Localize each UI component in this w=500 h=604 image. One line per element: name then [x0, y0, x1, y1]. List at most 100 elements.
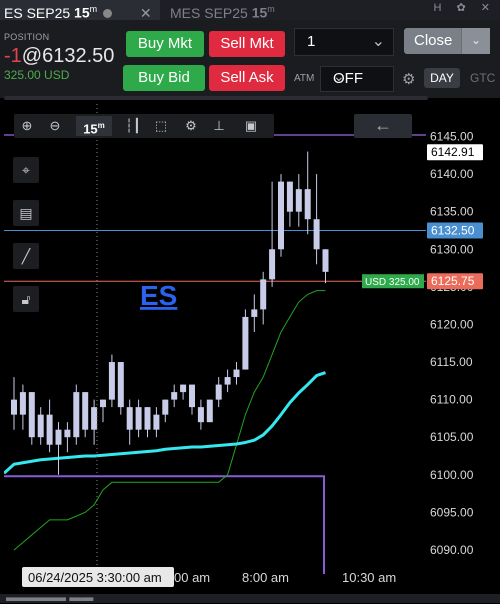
- candle-body: [171, 392, 178, 400]
- buy-mkt-button[interactable]: Buy Mkt: [126, 31, 204, 57]
- tab-mes-sep25[interactable]: MES SEP25 15m: [162, 0, 275, 21]
- indicators-icon[interactable]: ⊥: [208, 116, 230, 136]
- lock-icon[interactable]: 🔓︎: [13, 286, 39, 312]
- tif-day-button[interactable]: DAY: [424, 68, 460, 88]
- y-tick-label: 6115.00: [430, 355, 473, 369]
- candle-body: [269, 249, 276, 280]
- candle-body: [242, 316, 249, 370]
- interval-value: 15: [83, 121, 98, 137]
- arrow-left-icon[interactable]: ←: [354, 114, 412, 138]
- price-tag-last-text: 6125.75: [431, 274, 475, 288]
- y-tick-label: 6120.00: [430, 317, 474, 331]
- quantity-select[interactable]: 1 ⌄: [294, 28, 394, 56]
- chart-levels: [4, 134, 426, 574]
- next-tab-strip: ▬▬▬▬▬ ▬▬: [0, 590, 500, 604]
- price-chart[interactable]: 6140.006135.006130.006125.006120.006115.…: [4, 104, 496, 594]
- candle-body: [304, 189, 311, 220]
- candle-body: [55, 429, 62, 445]
- candle-body: [64, 429, 71, 438]
- line-tool-icon[interactable]: ╱: [13, 243, 39, 269]
- panel-splitter[interactable]: [4, 96, 428, 100]
- interval-button[interactable]: 15m: [76, 116, 112, 136]
- close-dropdown-chevron-icon[interactable]: ⌄: [461, 28, 490, 54]
- candle-body: [206, 399, 213, 423]
- y-tick-label: 6100.00: [430, 468, 474, 482]
- x-label-3: 10:30 am: [342, 570, 396, 585]
- tab-symbol: ES SEP25: [4, 4, 71, 21]
- y-tick-label: 6110.00: [430, 393, 473, 407]
- candle-body: [117, 362, 124, 408]
- window-controls[interactable]: H ✿ ✕: [434, 1, 497, 14]
- crosshair-tool-icon[interactable]: ⌖: [13, 157, 39, 183]
- y-tick-label: 6095.00: [430, 505, 474, 519]
- candle-body: [73, 392, 80, 438]
- close-position-button[interactable]: Close ⌄: [404, 28, 490, 54]
- zoom-out-icon[interactable]: ⊖: [44, 116, 66, 136]
- tif-gtc-button[interactable]: GTC: [470, 71, 495, 85]
- x-label-2: 8:00 am: [242, 570, 289, 585]
- zoom-in-icon[interactable]: ⊕: [16, 116, 38, 136]
- candle-body: [189, 384, 195, 408]
- chart-toolbar: ⊕ ⊖ 15m ┆┃ ⬚ ⚙ ⊥ ▣: [14, 114, 274, 138]
- candle-body: [100, 399, 106, 408]
- gear-icon[interactable]: ⚙: [180, 116, 202, 136]
- y-axis: 6140.006135.006130.006125.006120.006115.…: [430, 130, 474, 557]
- y-tick-label: 6090.00: [430, 543, 474, 557]
- tab-close-icon[interactable]: ✕: [140, 5, 152, 21]
- y-tick-label-top: 6145.00: [430, 130, 474, 144]
- candle-body: [108, 362, 115, 400]
- atm-label: ATM: [294, 73, 315, 84]
- next-tab-label: ▬▬▬▬▬ ▬▬: [6, 590, 94, 604]
- y-tick-label: 6130.00: [430, 242, 474, 256]
- symbol-label: ES: [140, 280, 177, 311]
- tab-interval-unit: m: [267, 4, 275, 14]
- selection-icon[interactable]: ⬚: [150, 116, 172, 136]
- gear-icon[interactable]: ⚙: [402, 70, 415, 88]
- candle-body: [11, 399, 17, 415]
- buy-bid-button[interactable]: Buy Bid: [123, 65, 205, 91]
- sell-ask-button[interactable]: Sell Ask: [209, 65, 285, 91]
- tab-interval-unit: m: [89, 4, 98, 14]
- candle-body: [153, 414, 160, 430]
- interval-unit: m: [97, 121, 105, 130]
- price-tag-entry-text: 6132.50: [431, 223, 475, 237]
- candle-body: [260, 279, 267, 310]
- position-price: @6132.50: [21, 45, 115, 67]
- tab-dot-icon: [103, 8, 113, 18]
- tab-interval: 15: [74, 4, 90, 21]
- tab-interval: 15: [251, 4, 268, 21]
- candle-type-icon[interactable]: ┆┃: [122, 116, 144, 136]
- candle-body: [313, 219, 320, 250]
- position-label: POSITION: [4, 32, 50, 42]
- candle-body: [135, 407, 142, 430]
- x-label-1: 00 am: [174, 570, 210, 585]
- trailing-stop-line: [13, 290, 326, 551]
- candle-body: [224, 377, 231, 385]
- purple-level-line: [4, 475, 325, 574]
- candle-body: [162, 399, 169, 415]
- candle-body: [82, 392, 89, 430]
- pnl-tag-text: USD 325.00: [365, 277, 420, 288]
- x-axis: 00 am 8:00 am 10:30 am: [174, 570, 396, 585]
- atm-select[interactable]: OFF ⌄: [320, 66, 394, 92]
- candle-body: [91, 407, 98, 430]
- candle-body: [126, 407, 133, 430]
- candle-body: [286, 181, 293, 212]
- crosshair-time-label: 06/24/2025 3:30:00 am: [28, 570, 162, 585]
- candle-body: [215, 384, 222, 400]
- y-tick-label: 6105.00: [430, 430, 474, 444]
- templates-icon[interactable]: ▣: [240, 116, 262, 136]
- sell-mkt-button[interactable]: Sell Mkt: [209, 31, 285, 57]
- tab-symbol: MES SEP25: [170, 4, 248, 21]
- chart-candles: [11, 151, 329, 475]
- chevron-down-icon: ⌄: [333, 68, 345, 84]
- candle-body: [28, 392, 35, 438]
- candle-body: [144, 407, 151, 430]
- candle-body: [233, 369, 240, 378]
- candle-body: [322, 249, 329, 272]
- candle-body: [46, 414, 53, 445]
- tab-es-sep25[interactable]: ES SEP25 15m ✕: [0, 0, 160, 21]
- candle-body: [278, 181, 284, 250]
- price-tag-high-text: 6142.91: [431, 145, 475, 159]
- text-note-tool-icon[interactable]: ▤: [13, 200, 39, 226]
